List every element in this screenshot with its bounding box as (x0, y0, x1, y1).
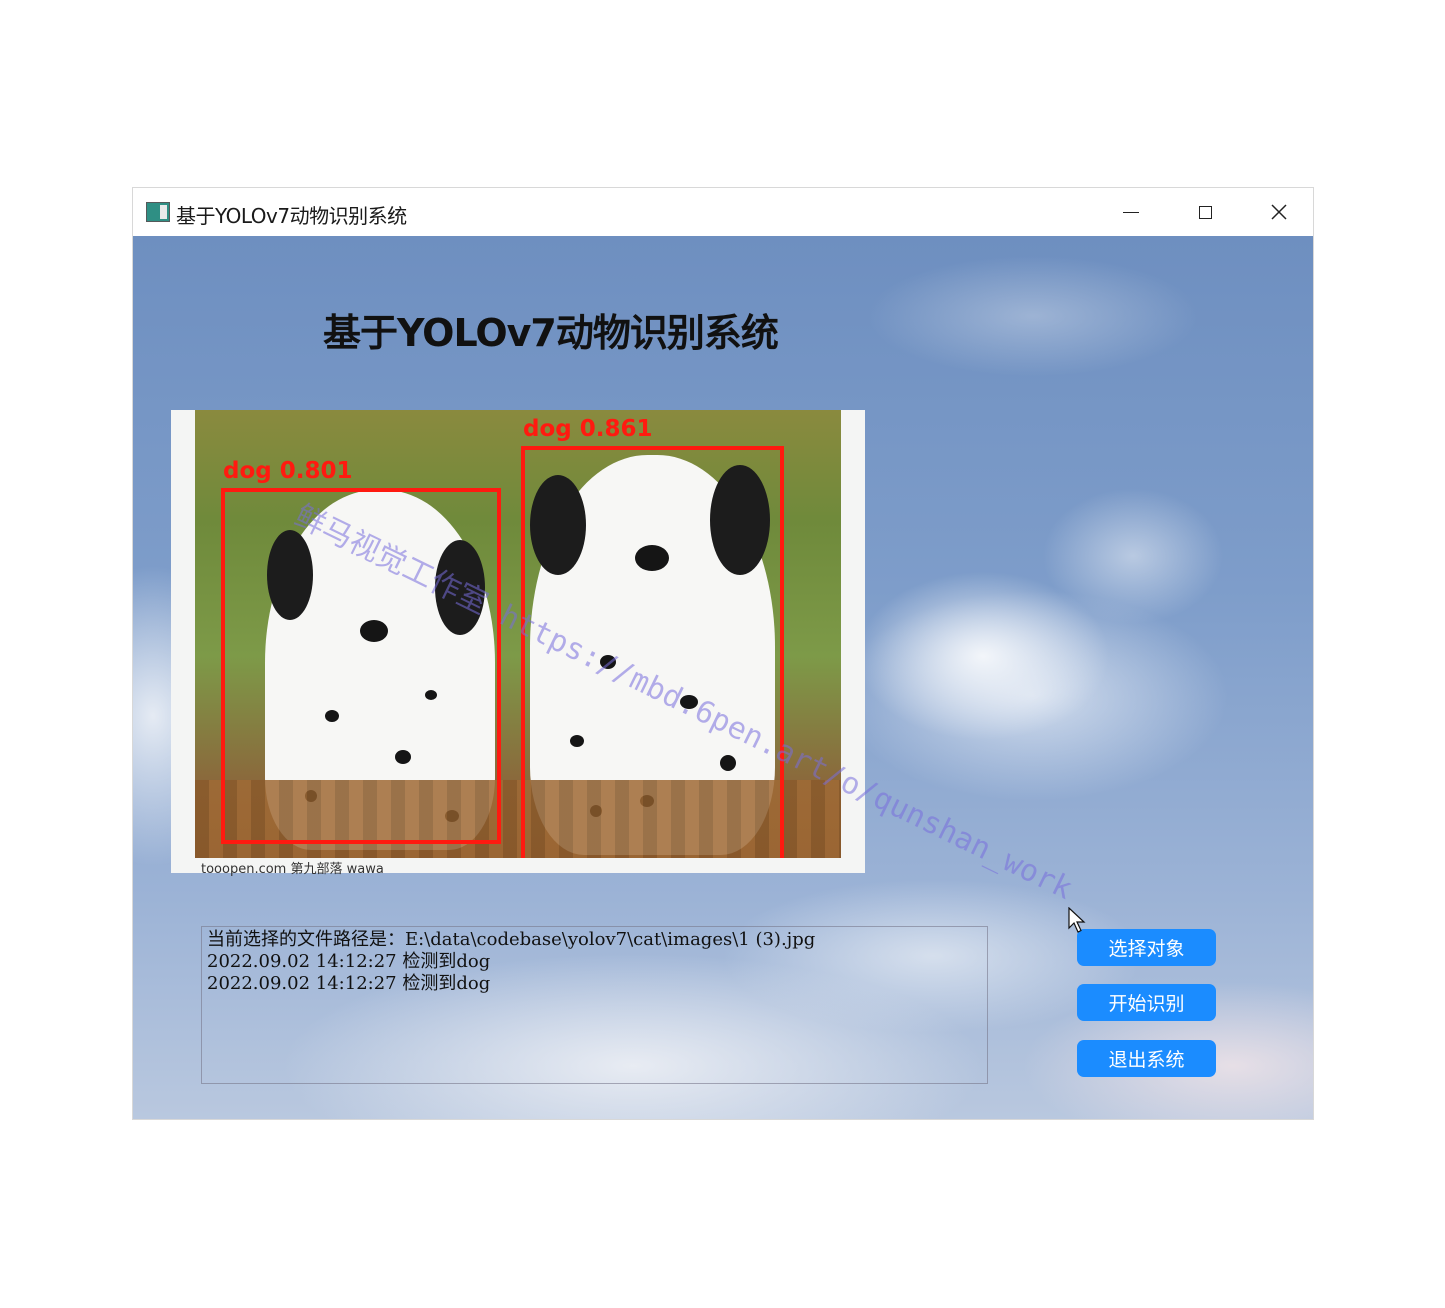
page-title: 基于YOLOv7动物识别系统 (323, 311, 779, 355)
log-line: 2022.09.02 14:12:27 检测到dog (207, 951, 491, 972)
log-output[interactable]: 当前选择的文件路径是：E:\data\codebase\yolov7\cat\i… (201, 926, 988, 1084)
close-icon (1271, 204, 1287, 220)
minimize-icon (1123, 211, 1139, 213)
window-title: 基于YOLOv7动物识别系统 (176, 204, 407, 228)
log-line: 2022.09.02 14:12:27 检测到dog (207, 973, 491, 994)
select-object-button[interactable]: 选择对象 (1077, 929, 1216, 966)
main-panel: 基于YOLOv7动物识别系统 dog 0.801 dog 0.861 tooop… (133, 236, 1313, 1119)
bbox-label: dog 0.801 (223, 458, 353, 484)
minimize-button[interactable] (1094, 188, 1168, 236)
maximize-icon (1198, 205, 1212, 219)
app-icon (146, 202, 170, 222)
maximize-button[interactable] (1168, 188, 1242, 236)
app-window: 基于YOLOv7动物识别系统 基于YOLOv7动物识别系统 dog 0.801 … (133, 188, 1313, 1119)
start-recognition-button[interactable]: 开始识别 (1077, 984, 1216, 1021)
log-line: 当前选择的文件路径是：E:\data\codebase\yolov7\cat\i… (207, 929, 816, 950)
title-bar[interactable]: 基于YOLOv7动物识别系统 (133, 188, 1313, 236)
close-button[interactable] (1242, 188, 1316, 236)
mouse-cursor-icon (1068, 907, 1086, 933)
bbox-label: dog 0.861 (523, 416, 653, 442)
exit-system-button[interactable]: 退出系统 (1077, 1040, 1216, 1077)
image-credit: tooopen.com 第九部落 wawa (201, 862, 384, 877)
